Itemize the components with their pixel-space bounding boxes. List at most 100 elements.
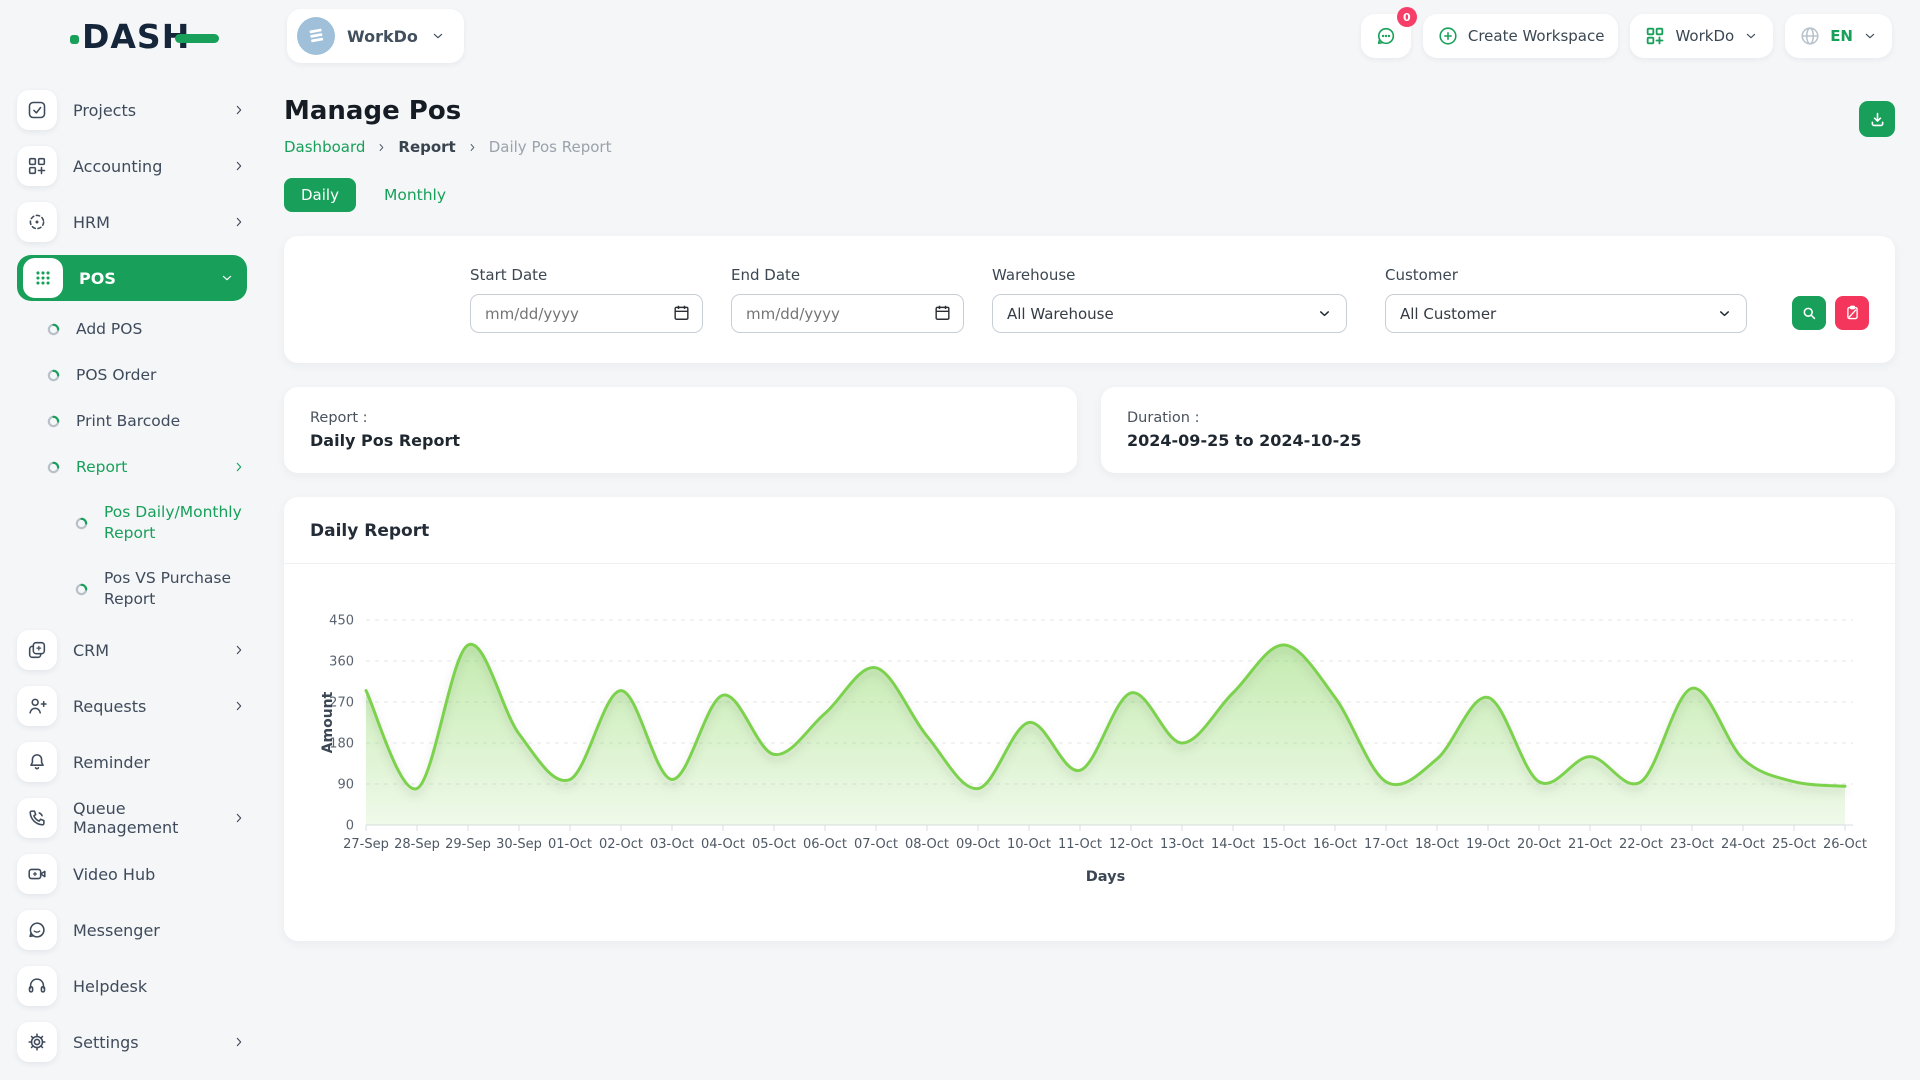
chevron-right-icon xyxy=(466,141,479,154)
svg-text:09-Oct: 09-Oct xyxy=(956,837,1000,852)
svg-text:03-Oct: 03-Oct xyxy=(650,837,694,852)
sidebar-subitem-pos-order[interactable]: POS Order xyxy=(17,352,247,398)
tab-daily[interactable]: Daily xyxy=(284,178,356,212)
logo-dash-icon xyxy=(175,34,219,43)
sidebar-item-hrm[interactable]: HRM xyxy=(17,194,247,250)
workspace-selector[interactable]: WorkDo xyxy=(287,9,464,63)
chat-bubble-icon xyxy=(1375,25,1397,47)
search-button[interactable] xyxy=(1792,296,1826,330)
messages-button[interactable]: 0 xyxy=(1361,14,1411,58)
main-content: Manage Pos Dashboard Report Daily Pos Re… xyxy=(284,72,1895,941)
chevron-down-icon xyxy=(1743,28,1759,44)
sidebar-subitem-report[interactable]: Report xyxy=(17,444,247,490)
calendar-icon[interactable] xyxy=(672,303,691,326)
sidebar-subitem-label: Pos Daily/Monthly Report xyxy=(104,502,247,544)
sidebar-subitem-pos-daily-monthly-report[interactable]: Pos Daily/Monthly Report xyxy=(17,490,247,556)
bullet-icon xyxy=(47,323,60,336)
chevron-down-icon xyxy=(430,28,446,44)
page-header: Manage Pos Dashboard Report Daily Pos Re… xyxy=(284,96,1895,156)
sidebar-item-crm[interactable]: CRM xyxy=(17,622,247,678)
start-date-input[interactable] xyxy=(470,294,703,333)
svg-text:0: 0 xyxy=(346,819,354,834)
chevron-right-icon xyxy=(231,1034,247,1050)
chevron-down-icon xyxy=(1862,28,1878,44)
download-button[interactable] xyxy=(1859,101,1895,137)
svg-text:08-Oct: 08-Oct xyxy=(905,837,949,852)
create-workspace-button[interactable]: Create Workspace xyxy=(1423,14,1619,58)
bullet-icon xyxy=(47,415,60,428)
breadcrumb-report[interactable]: Report xyxy=(398,138,455,156)
building-icon xyxy=(305,25,327,47)
svg-text:01-Oct: 01-Oct xyxy=(548,837,592,852)
svg-text:27-Sep: 27-Sep xyxy=(343,837,389,852)
sidebar-item-label: Requests xyxy=(73,697,146,716)
clipboard-off-icon xyxy=(1844,304,1861,321)
plus-circle-icon xyxy=(1437,25,1459,47)
chevron-right-icon xyxy=(231,810,247,826)
sidebar-item-reminder[interactable]: Reminder xyxy=(17,734,247,790)
sidebar-item-video-hub[interactable]: Video Hub xyxy=(17,846,247,902)
customer-select[interactable]: All Customer xyxy=(1385,294,1747,333)
start-date-group: Start Date xyxy=(470,266,703,333)
message-circle-icon xyxy=(17,910,57,950)
sidebar-item-accounting[interactable]: Accounting xyxy=(17,138,247,194)
search-icon xyxy=(1800,304,1818,322)
sidebar-item-requests[interactable]: Requests xyxy=(17,678,247,734)
svg-text:13-Oct: 13-Oct xyxy=(1160,837,1204,852)
chart-card-header: Daily Report xyxy=(284,497,1895,564)
warehouse-select[interactable]: All Warehouse xyxy=(992,294,1347,333)
apps-dropdown-label: WorkDo xyxy=(1675,27,1734,45)
daily-report-area-chart: 09018027036045027-Sep28-Sep29-Sep30-Sep0… xyxy=(302,582,1878,894)
chevron-down-icon xyxy=(1717,306,1732,321)
chevron-right-icon xyxy=(375,141,388,154)
sidebar-item-label: Projects xyxy=(73,101,136,120)
sidebar-item-settings[interactable]: Settings xyxy=(17,1014,247,1070)
sidebar-item-label: Queue Management xyxy=(73,799,231,837)
sidebar-subitem-pos-vs-purchase-report[interactable]: Pos VS Purchase Report xyxy=(17,556,247,622)
sidebar-subitem-print-barcode[interactable]: Print Barcode xyxy=(17,398,247,444)
globe-icon xyxy=(1799,25,1821,47)
tab-monthly[interactable]: Monthly xyxy=(384,186,446,204)
language-selector[interactable]: EN xyxy=(1785,14,1892,58)
warehouse-label: Warehouse xyxy=(992,266,1347,284)
reset-filter-button[interactable] xyxy=(1835,296,1869,330)
sidebar-subitem-add-pos[interactable]: Add POS xyxy=(17,306,247,352)
svg-text:28-Sep: 28-Sep xyxy=(394,837,440,852)
calendar-icon[interactable] xyxy=(933,303,952,326)
logo-dot-icon xyxy=(70,35,79,44)
filter-panel: Start Date End Date Warehouse All Wareho… xyxy=(284,236,1895,363)
svg-text:23-Oct: 23-Oct xyxy=(1670,837,1714,852)
summary-cards: Report : Daily Pos Report Duration : 202… xyxy=(284,387,1895,473)
video-camera-icon xyxy=(17,854,57,894)
sidebar-item-queue-management[interactable]: Queue Management xyxy=(17,790,247,846)
svg-text:360: 360 xyxy=(329,655,354,670)
sidebar-item-label: Reminder xyxy=(73,753,150,772)
svg-text:17-Oct: 17-Oct xyxy=(1364,837,1408,852)
page-title: Manage Pos xyxy=(284,96,1895,126)
bullet-icon xyxy=(47,369,60,382)
top-bar: DASH WorkDo 0 Cre xyxy=(0,0,1920,72)
duration-value: 2024-09-25 to 2024-10-25 xyxy=(1127,431,1869,450)
svg-text:10-Oct: 10-Oct xyxy=(1007,837,1051,852)
svg-text:29-Sep: 29-Sep xyxy=(445,837,491,852)
checkbox-icon xyxy=(17,90,57,130)
apps-dropdown[interactable]: WorkDo xyxy=(1630,14,1773,58)
end-date-input[interactable] xyxy=(731,294,964,333)
breadcrumb-dashboard[interactable]: Dashboard xyxy=(284,138,365,156)
chevron-right-icon xyxy=(231,642,247,658)
svg-text:02-Oct: 02-Oct xyxy=(599,837,643,852)
sidebar-item-label: Helpdesk xyxy=(73,977,147,996)
customer-label: Customer xyxy=(1385,266,1747,284)
chevron-right-icon xyxy=(231,102,247,118)
sidebar-item-pos[interactable]: POS xyxy=(17,255,247,301)
sidebar-item-projects[interactable]: Projects xyxy=(17,82,247,138)
end-date-label: End Date xyxy=(731,266,964,284)
sidebar-subitem-label: Print Barcode xyxy=(76,411,180,432)
download-icon xyxy=(1868,110,1887,129)
chevron-right-icon xyxy=(231,459,247,475)
chevron-right-icon xyxy=(231,698,247,714)
warehouse-selected-value: All Warehouse xyxy=(1007,305,1317,323)
sidebar-item-messenger[interactable]: Messenger xyxy=(17,902,247,958)
sidebar-item-label: Accounting xyxy=(73,157,162,176)
sidebar-item-helpdesk[interactable]: Helpdesk xyxy=(17,958,247,1014)
